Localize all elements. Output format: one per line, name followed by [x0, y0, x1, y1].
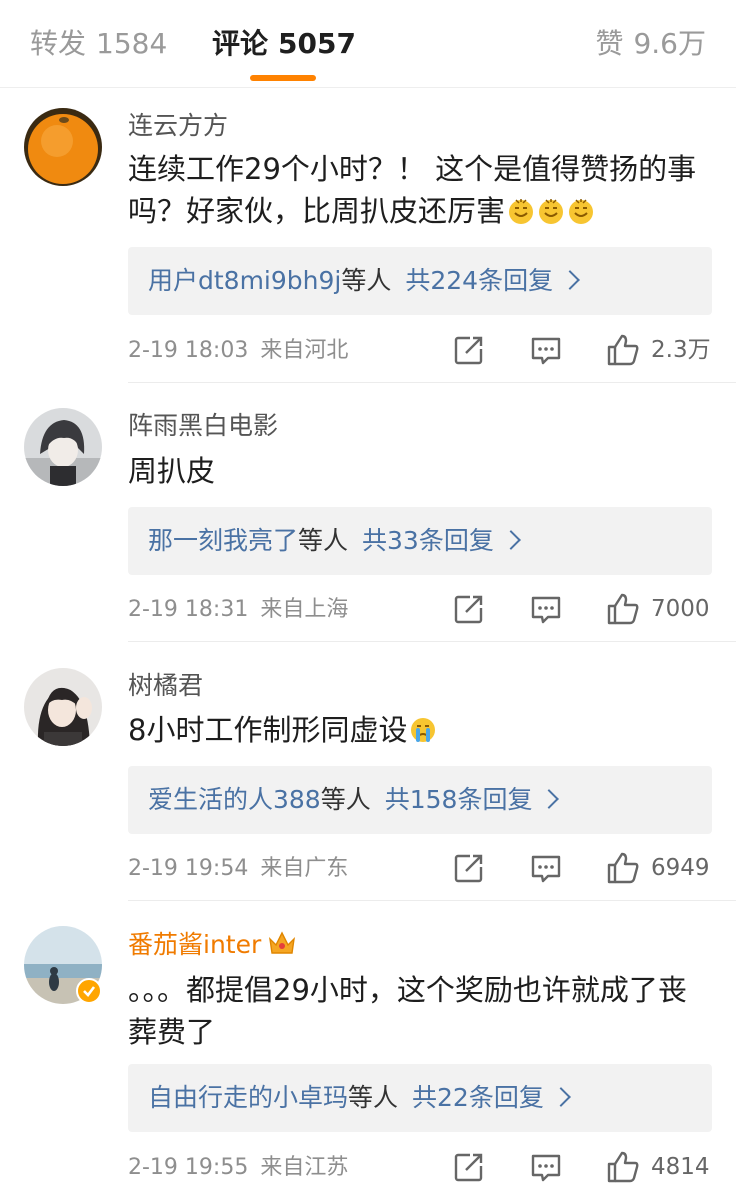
- avatar-anime[interactable]: [24, 408, 102, 486]
- like-icon[interactable]: [606, 1150, 640, 1184]
- repost-icon[interactable]: [453, 852, 485, 886]
- tab-like-count: 9.6万: [633, 27, 706, 60]
- tab-like[interactable]: 赞 9.6万: [595, 24, 706, 64]
- comment-source: 来自江苏: [260, 1155, 349, 1180]
- comment-text: 周扒皮: [128, 450, 708, 492]
- comment-date: 2-19 18:03: [128, 338, 249, 363]
- comment-meta: 2-19 18:03 来自河北: [128, 336, 348, 366]
- sweat-smile-emoji: [569, 199, 594, 224]
- comment-text: 。。。都提倡29小时，这个奖励也许就成了丧葬费了: [128, 969, 708, 1053]
- like-count: 7000: [651, 596, 710, 622]
- tab-comment[interactable]: 评论 5057: [212, 24, 356, 64]
- comment-text-content: 周扒皮: [128, 454, 216, 488]
- tab-like-label: 赞: [595, 27, 624, 60]
- reply-users[interactable]: 爱生活的人388: [148, 785, 321, 814]
- sweat-smile-emoji: [539, 199, 564, 224]
- comment-username-text: 番茄酱inter: [128, 930, 262, 959]
- reply-summary[interactable]: 爱生活的人388等人 共158条回复: [128, 766, 712, 834]
- chevron-right-icon: [560, 270, 580, 290]
- comment-date: 2-19 18:31: [128, 597, 249, 622]
- reply-icon[interactable]: [530, 595, 562, 629]
- reply-users[interactable]: 用户dt8mi9bh9j: [148, 266, 341, 295]
- comment-text: 连续工作29个小时？！ 这个是值得赞扬的事吗？好家伙，比周扒皮还厉害: [128, 148, 708, 232]
- reply-summary[interactable]: 那一刻我亮了等人 共33条回复: [128, 507, 712, 575]
- reply-summary[interactable]: 用户dt8mi9bh9j等人 共224条回复: [128, 247, 712, 315]
- comment-tabs: 转发 1584 评论 5057 赞 9.6万: [0, 0, 736, 88]
- comment-text-content: 连续工作29个小时？！ 这个是值得赞扬的事吗？好家伙，比周扒皮还厉害: [128, 152, 697, 228]
- comment-source: 来自上海: [260, 597, 349, 622]
- comment-source: 来自河北: [260, 338, 349, 363]
- tab-repost[interactable]: 转发 1584: [30, 24, 167, 64]
- like-count: 2.3万: [651, 337, 711, 363]
- tab-repost-count: 1584: [96, 27, 168, 60]
- comment-username[interactable]: 番茄酱inter: [128, 929, 297, 961]
- reply-icon[interactable]: [530, 1153, 562, 1187]
- comment-meta: 2-19 19:55 来自江苏: [128, 1153, 348, 1183]
- comment-text-content: 。。。都提倡29小时，这个奖励也许就成了丧葬费了: [128, 973, 687, 1049]
- like-count: 6949: [651, 855, 710, 881]
- comment-username[interactable]: 树橘君: [128, 670, 203, 702]
- comment-date: 2-19 19:54: [128, 856, 249, 881]
- repost-icon[interactable]: [453, 593, 485, 627]
- like-icon[interactable]: [606, 851, 640, 885]
- like-count: 4814: [651, 1154, 710, 1180]
- chevron-right-icon: [539, 789, 560, 809]
- reply-count[interactable]: 共22条回复: [412, 1083, 544, 1112]
- comment-text-content: 8小时工作制形同虚设: [128, 713, 408, 747]
- chevron-right-icon: [500, 530, 521, 550]
- tab-comment-count: 5057: [278, 27, 356, 60]
- crying-emoji: [411, 718, 436, 742]
- reply-suffix: 等人: [320, 785, 371, 814]
- comment-divider: [128, 641, 736, 642]
- tab-comment-label: 评论: [212, 27, 269, 60]
- avatar-girl[interactable]: [24, 668, 102, 746]
- reply-suffix: 等人: [348, 1083, 399, 1112]
- tab-repost-label: 转发: [30, 27, 87, 60]
- reply-users[interactable]: 自由行走的小卓玛: [148, 1083, 348, 1112]
- comment-divider: [128, 900, 736, 901]
- verified-badge-icon: [76, 978, 102, 1004]
- chevron-right-icon: [550, 1087, 571, 1107]
- like-icon[interactable]: [606, 333, 640, 367]
- comment-source: 来自广东: [260, 856, 349, 881]
- comment-date: 2-19 19:55: [128, 1155, 249, 1180]
- comment-text: 8小时工作制形同虚设: [128, 709, 708, 751]
- reply-count[interactable]: 共158条回复: [385, 785, 533, 814]
- like-icon[interactable]: [606, 592, 640, 626]
- repost-icon[interactable]: [453, 1151, 485, 1185]
- reply-users[interactable]: 那一刻我亮了: [148, 526, 298, 555]
- comment-meta: 2-19 19:54 来自广东: [128, 854, 348, 884]
- reply-summary[interactable]: 自由行走的小卓玛等人 共22条回复: [128, 1064, 712, 1132]
- active-tab-indicator: [250, 75, 316, 81]
- comment-username[interactable]: 连云方方: [128, 110, 228, 142]
- reply-suffix: 等人: [298, 526, 349, 555]
- reply-count[interactable]: 共33条回复: [362, 526, 494, 555]
- reply-suffix: 等人: [341, 266, 392, 295]
- comment-username[interactable]: 阵雨黑白电影: [128, 410, 278, 442]
- reply-icon[interactable]: [530, 336, 562, 370]
- sweat-smile-emoji: [509, 199, 534, 224]
- comment-meta: 2-19 18:31 来自上海: [128, 595, 348, 625]
- avatar-orange[interactable]: [24, 108, 102, 186]
- reply-count[interactable]: 共224条回复: [405, 266, 553, 295]
- reply-icon[interactable]: [530, 854, 562, 888]
- comment-divider: [128, 382, 736, 383]
- repost-icon[interactable]: [453, 334, 485, 368]
- crown-icon: [269, 931, 296, 954]
